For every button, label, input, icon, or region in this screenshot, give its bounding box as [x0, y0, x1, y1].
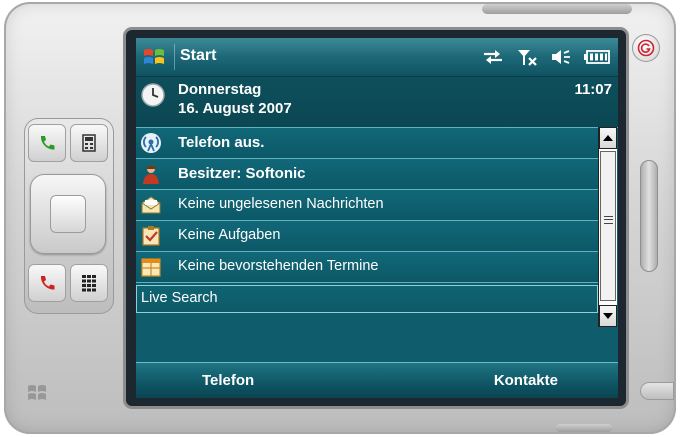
stylus-tab[interactable] — [640, 382, 674, 400]
dpad[interactable] — [30, 174, 106, 254]
top-slot — [482, 4, 632, 14]
dpad-action-button[interactable] — [50, 195, 86, 233]
softkey-icon — [82, 134, 96, 152]
date-time-row[interactable]: Donnerstag 16. August 2007 11:07 — [136, 77, 618, 128]
today-item-tasks[interactable]: Keine Aufgaben — [136, 221, 598, 252]
clock-icon — [141, 83, 165, 107]
calendar-icon — [141, 258, 161, 277]
vertical-scrollbar[interactable] — [598, 127, 617, 327]
phone-red-icon — [40, 276, 55, 290]
sync-arrows-icon[interactable] — [482, 49, 504, 65]
today-item-label: Keine Aufgaben — [178, 227, 281, 243]
today-items-list: Telefon aus. Besitzer: Softonic Keine un… — [136, 128, 598, 328]
title-separator — [174, 44, 175, 70]
today-screen: Donnerstag 16. August 2007 11:07 Telefon… — [136, 77, 618, 398]
end-call-button[interactable] — [28, 264, 66, 302]
signal-off-icon[interactable] — [516, 48, 538, 66]
date-full: 16. August 2007 — [178, 100, 292, 117]
today-item-calendar[interactable]: Keine bevorstehenden Termine — [136, 252, 598, 283]
power-button[interactable] — [632, 34, 660, 62]
speaker-icon[interactable] — [550, 48, 572, 66]
tasks-icon — [142, 226, 160, 246]
softkey-bar: Telefon Kontakte — [136, 362, 618, 398]
title-bar: Start — [136, 38, 618, 77]
date-weekday: Donnerstag — [178, 81, 262, 98]
today-item-label: Keine ungelesenen Nachrichten — [178, 196, 384, 212]
owner-icon — [143, 165, 159, 184]
arrow-down-icon — [603, 313, 613, 319]
today-item-messages[interactable]: Keine ungelesenen Nachrichten — [136, 190, 598, 221]
bottom-slot — [556, 424, 612, 432]
live-search-field[interactable]: Live Search — [136, 285, 598, 313]
scroll-up-button[interactable] — [599, 127, 617, 149]
mail-icon — [141, 196, 161, 214]
side-slot — [640, 160, 658, 272]
battery-icon[interactable] — [584, 50, 610, 64]
today-item-label: Besitzer: Softonic — [178, 165, 306, 182]
clock-time: 11:07 — [574, 81, 612, 98]
call-button[interactable] — [28, 124, 66, 162]
windows-flag-icon[interactable] — [142, 45, 166, 69]
status-icons — [482, 48, 610, 66]
antenna-icon — [141, 133, 161, 153]
phone-green-icon — [40, 136, 55, 150]
keypad-button[interactable] — [70, 264, 108, 302]
softkey-kontakte[interactable]: Kontakte — [494, 372, 558, 389]
screen: Start Donnerstag 16. August 2007 11:07 T… — [136, 38, 618, 398]
windows-logo-icon — [26, 382, 48, 409]
today-item-phone[interactable]: Telefon aus. — [136, 128, 598, 159]
today-item-owner[interactable]: Besitzer: Softonic — [136, 159, 598, 190]
arrow-up-icon — [603, 135, 613, 141]
today-item-label: Keine bevorstehenden Termine — [178, 258, 379, 274]
start-title[interactable]: Start — [180, 47, 216, 65]
today-item-label: Telefon aus. — [178, 134, 265, 151]
live-search-label: Live Search — [141, 290, 218, 306]
softkey-telefon[interactable]: Telefon — [202, 372, 254, 389]
softkey-left-hardware-button[interactable] — [70, 124, 108, 162]
keypad-icon — [82, 275, 96, 292]
scroll-down-button[interactable] — [599, 305, 617, 327]
scroll-thumb[interactable] — [600, 151, 616, 301]
power-icon — [637, 39, 655, 57]
scroll-grip-icon — [604, 216, 613, 224]
